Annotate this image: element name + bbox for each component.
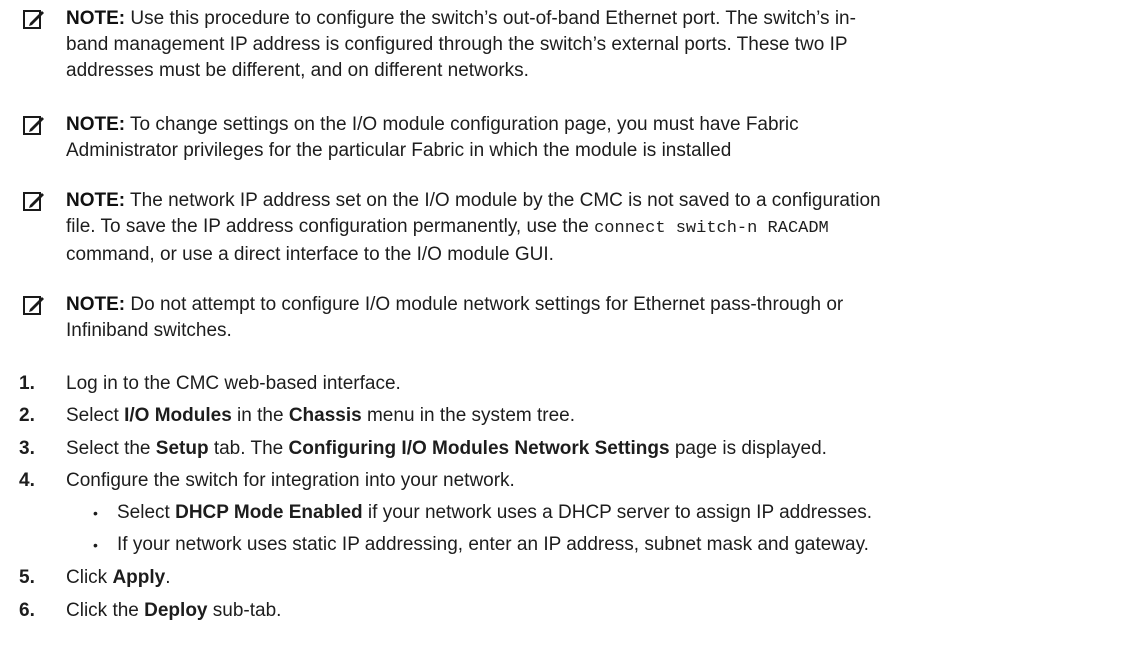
- substep-1: • Select DHCP Mode Enabled if your netwo…: [0, 500, 1134, 526]
- step-text-part: Select: [66, 405, 125, 426]
- note-1-text-2: band management IP address is configured…: [66, 34, 848, 55]
- step-3: 3. Select the Setup tab. The Configuring…: [0, 436, 1134, 462]
- note-3-text-2: file. To save the IP address configurati…: [66, 216, 595, 237]
- step-text: Click the Deploy sub-tab.: [66, 598, 281, 624]
- bullet-icon: •: [93, 537, 98, 553]
- dhcp-mode-ui-term: DHCP Mode Enabled: [175, 502, 363, 523]
- note-3-text: NOTE: The network IP address set on the …: [66, 188, 1104, 268]
- step-number: 5.: [19, 567, 35, 588]
- step-number: 3.: [19, 438, 35, 459]
- note-2-line-1: NOTE: To change settings on the I/O modu…: [66, 112, 1104, 138]
- step-text: Click Apply.: [66, 565, 171, 591]
- io-modules-ui-term: I/O Modules: [124, 405, 232, 426]
- substep-text: If your network uses static IP addressin…: [117, 534, 869, 555]
- step-number: 1.: [19, 373, 35, 394]
- step-2: 2. Select I/O Modules in the Chassis men…: [0, 403, 1134, 429]
- note-1-text-1: Use this procedure to configure the swit…: [125, 8, 856, 29]
- step-text-part: Select the: [66, 438, 156, 459]
- step-number: 2.: [19, 405, 35, 426]
- step-number: 4.: [19, 470, 35, 491]
- step-text-part: in the: [231, 405, 289, 426]
- note-3-text-3: command, or use a direct interface to th…: [66, 244, 554, 265]
- network-settings-ui-term: Configuring I/O Modules Network Settings: [288, 438, 670, 459]
- chassis-ui-term: Chassis: [288, 405, 362, 426]
- step-1: 1. Log in to the CMC web-based interface…: [0, 371, 1134, 397]
- step-text: Select the Setup tab. The Configuring I/…: [66, 436, 827, 462]
- pencil-note-icon: [23, 10, 44, 29]
- note-4: NOTE: Do not attempt to configure I/O mo…: [0, 292, 1134, 346]
- note-1-line-1: NOTE: Use this procedure to configure th…: [66, 6, 1104, 32]
- note-3-line-1: NOTE: The network IP address set on the …: [66, 188, 1104, 214]
- step-text-part: menu in the system tree.: [361, 405, 576, 426]
- step-text: Configure the switch for integration int…: [66, 470, 515, 491]
- note-1: NOTE: Use this procedure to configure th…: [0, 6, 1134, 86]
- step-text-part: Select: [117, 502, 176, 523]
- racadm-command-code: connect switch-n RACADM: [594, 219, 829, 238]
- step-text-part: tab. The: [208, 438, 289, 459]
- note-2-text-1: To change settings on the I/O module con…: [125, 114, 799, 135]
- step-text-part: if your network uses a DHCP server to as…: [362, 502, 873, 523]
- pencil-note-icon: [23, 192, 44, 211]
- note-4-line-1: NOTE: Do not attempt to configure I/O mo…: [66, 292, 1104, 318]
- step-text: Log in to the CMC web-based interface.: [66, 373, 401, 394]
- step-number: 6.: [19, 600, 35, 621]
- note-2-text: NOTE: To change settings on the I/O modu…: [66, 112, 1104, 164]
- apply-ui-term: Apply: [112, 567, 166, 588]
- note-4-text-2: Infiniband switches.: [66, 320, 232, 341]
- note-3: NOTE: The network IP address set on the …: [0, 188, 1134, 268]
- note-4-text-1: Do not attempt to configure I/O module n…: [125, 294, 844, 315]
- note-3-line-2: file. To save the IP address configurati…: [66, 214, 1104, 242]
- note-label: NOTE:: [66, 294, 126, 315]
- note-label: NOTE:: [66, 114, 126, 135]
- step-text-part: Click the: [66, 600, 145, 621]
- setup-ui-term: Setup: [155, 438, 209, 459]
- substep-text: Select DHCP Mode Enabled if your network…: [117, 500, 872, 526]
- deploy-ui-term: Deploy: [144, 600, 208, 621]
- document-page: NOTE: Use this procedure to configure th…: [0, 0, 1134, 649]
- step-4: 4. Configure the switch for integration …: [0, 468, 1134, 494]
- step-text: Select I/O Modules in the Chassis menu i…: [66, 403, 575, 429]
- note-1-text: NOTE: Use this procedure to configure th…: [66, 6, 1104, 84]
- step-5: 5. Click Apply.: [0, 565, 1134, 591]
- note-4-text: NOTE: Do not attempt to configure I/O mo…: [66, 292, 1104, 344]
- step-6: 6. Click the Deploy sub-tab.: [0, 598, 1134, 624]
- step-text-part: sub-tab.: [207, 600, 282, 621]
- pencil-note-icon: [23, 116, 44, 135]
- step-text-part: .: [165, 567, 171, 588]
- note-2-text-2: Administrator privileges for the particu…: [66, 140, 732, 161]
- note-1-text-3: addresses must be different, and on diff…: [66, 60, 529, 81]
- note-label: NOTE:: [66, 190, 126, 211]
- bullet-icon: •: [93, 505, 98, 521]
- note-2: NOTE: To change settings on the I/O modu…: [0, 112, 1134, 166]
- substep-2: • If your network uses static IP address…: [0, 532, 1134, 558]
- note-3-text-1: The network IP address set on the I/O mo…: [125, 190, 881, 211]
- note-label: NOTE:: [66, 8, 126, 29]
- pencil-note-icon: [23, 296, 44, 315]
- step-text-part: Click: [66, 567, 113, 588]
- step-text-part: page is displayed.: [669, 438, 827, 459]
